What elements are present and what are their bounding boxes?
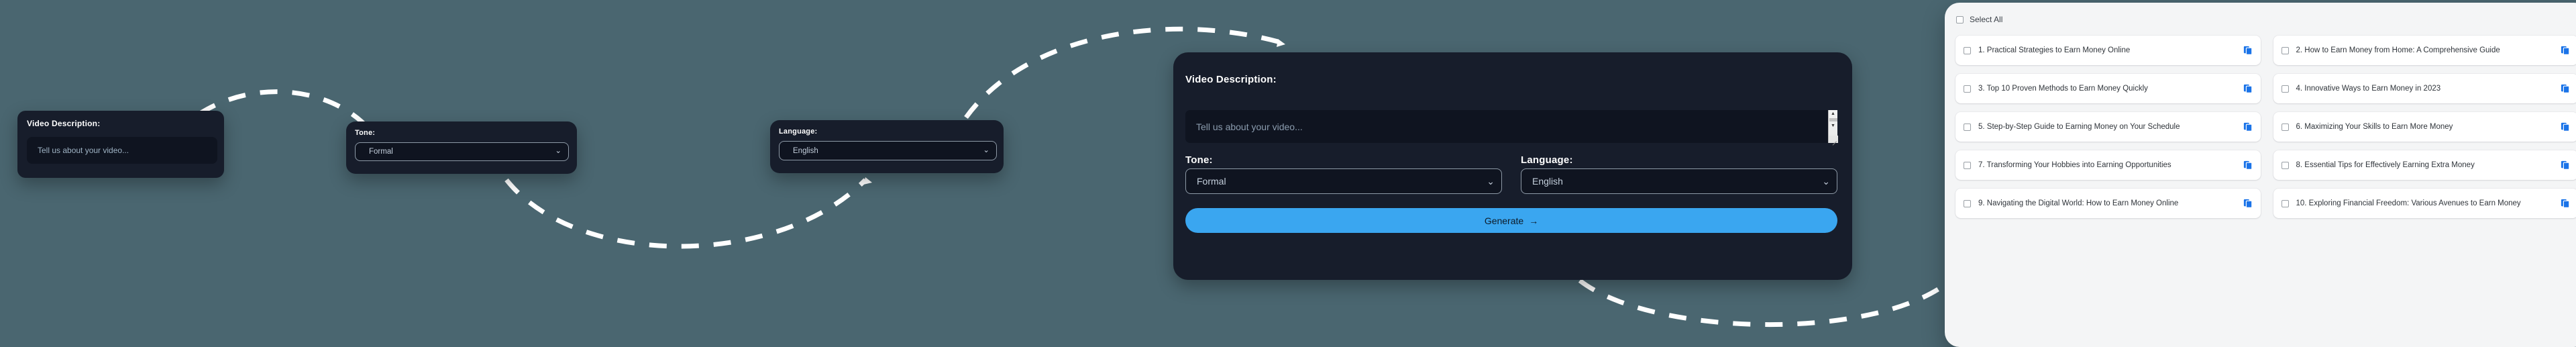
textarea-scrollbar[interactable]: ▲ ▼ (1828, 110, 1838, 143)
arc-step4-to-results (1578, 279, 1951, 328)
video-description-label: Video Description: (27, 119, 101, 128)
result-item-title: 10. Exploring Financial Freedom: Various… (2296, 199, 2521, 207)
result-item-10[interactable]: 10. Exploring Financial Freedom: Various… (2273, 189, 2576, 218)
copy-icon[interactable] (2561, 199, 2570, 208)
main-video-description-textarea[interactable]: Tell us about your video... ▲ ▼ (1185, 110, 1838, 143)
result-item-title: 1. Practical Strategies to Earn Money On… (1978, 46, 2131, 54)
arrow-right-icon: → (1529, 215, 1539, 226)
result-item-title: 3. Top 10 Proven Methods to Earn Money Q… (1978, 84, 2148, 93)
main-tone-label: Tone: (1185, 154, 1213, 166)
result-item-checkbox[interactable] (2281, 85, 2289, 93)
video-description-input[interactable]: Tell us about your video... (27, 137, 217, 164)
copy-icon[interactable] (2243, 46, 2253, 55)
main-form-card: Video Description: Tell us about your vi… (1173, 52, 1852, 280)
result-item-2[interactable]: 2. How to Earn Money from Home: A Compre… (2273, 36, 2576, 65)
main-tone-select-value: Formal (1197, 176, 1226, 187)
copy-icon[interactable] (2561, 160, 2570, 170)
language-select[interactable]: English ⌄ (779, 141, 997, 160)
result-item-title: 4. Innovative Ways to Earn Money in 2023 (2296, 84, 2441, 93)
select-all-label: Select All (1970, 15, 2003, 24)
scroll-up-icon[interactable]: ▲ (1829, 110, 1838, 117)
main-tone-select[interactable]: Formal ⌄ (1185, 168, 1502, 194)
results-panel: Select All 1. Practical Strategies to Ea… (1945, 3, 2576, 347)
arc-step2-to-step3 (504, 178, 867, 249)
result-item-title: 8. Essential Tips for Effectively Earnin… (2296, 160, 2475, 169)
chevron-down-icon: ⌄ (983, 146, 989, 154)
result-item-8[interactable]: 8. Essential Tips for Effectively Earnin… (2273, 150, 2576, 180)
results-panel-inner: Select All 1. Practical Strategies to Ea… (1945, 3, 2576, 347)
result-item-checkbox[interactable] (1964, 85, 1971, 93)
result-item-title: 2. How to Earn Money from Home: A Compre… (2296, 46, 2500, 54)
copy-icon[interactable] (2561, 122, 2570, 132)
result-item-title: 5. Step-by-Step Guide to Earning Money o… (1978, 122, 2180, 131)
copy-icon[interactable] (2561, 84, 2570, 93)
tone-select-value: Formal (369, 148, 393, 156)
tone-select[interactable]: Formal ⌄ (355, 142, 569, 161)
result-item-checkbox[interactable] (1964, 161, 1971, 169)
generate-button-label: Generate (1484, 215, 1524, 226)
select-all-row[interactable]: Select All (1956, 12, 2576, 27)
result-item-9[interactable]: 9. Navigating the Digital World: How to … (1955, 189, 2261, 218)
arrowhead-step4 (1277, 39, 1285, 47)
result-item-checkbox[interactable] (1964, 46, 1971, 54)
result-item-3[interactable]: 3. Top 10 Proven Methods to Earn Money Q… (1955, 74, 2261, 103)
tone-label: Tone: (355, 129, 376, 137)
copy-icon[interactable] (2561, 46, 2570, 55)
result-item-checkbox[interactable] (2281, 161, 2289, 169)
copy-icon[interactable] (2243, 160, 2253, 170)
results-grid: 1. Practical Strategies to Earn Money On… (1955, 36, 2576, 218)
generate-button[interactable]: Generate → (1185, 208, 1837, 233)
copy-icon[interactable] (2243, 84, 2253, 93)
result-item-6[interactable]: 6. Maximizing Your Skills to Earn More M… (2273, 112, 2576, 142)
result-item-7[interactable]: 7. Transforming Your Hobbies into Earnin… (1955, 150, 2261, 180)
select-all-checkbox[interactable] (1956, 15, 1964, 23)
main-language-select-value: English (1532, 176, 1563, 187)
main-textarea-placeholder: Tell us about your video... (1196, 121, 1303, 132)
result-item-checkbox[interactable] (1964, 123, 1971, 131)
result-item-checkbox[interactable] (1964, 199, 1971, 207)
result-item-1[interactable]: 1. Practical Strategies to Earn Money On… (1955, 36, 2261, 65)
main-language-select[interactable]: English ⌄ (1521, 168, 1837, 194)
language-label: Language: (779, 128, 818, 136)
result-item-checkbox[interactable] (2281, 46, 2289, 54)
result-item-checkbox[interactable] (2281, 199, 2289, 207)
scrollbar-thumb[interactable] (1829, 118, 1837, 121)
chevron-down-icon: ⌄ (555, 147, 561, 156)
chevron-down-icon: ⌄ (1487, 176, 1495, 187)
result-item-title: 6. Maximizing Your Skills to Earn More M… (2296, 122, 2453, 131)
copy-icon[interactable] (2243, 199, 2253, 208)
result-item-checkbox[interactable] (2281, 123, 2289, 131)
step-2-card: Tone: Formal ⌄ (346, 121, 577, 174)
result-item-title: 9. Navigating the Digital World: How to … (1978, 199, 2179, 207)
language-select-value: English (793, 146, 818, 155)
result-item-4[interactable]: 4. Innovative Ways to Earn Money in 2023 (2273, 74, 2576, 103)
arrowhead-step3 (863, 177, 872, 185)
textarea-resize-grip[interactable] (1828, 136, 1838, 143)
chevron-down-icon: ⌄ (1822, 176, 1830, 187)
result-item-title: 7. Transforming Your Hobbies into Earnin… (1978, 160, 2171, 169)
step-3-card: Language: English ⌄ (770, 120, 1004, 173)
workflow-stage: Video Description: Tell us about your vi… (0, 0, 2576, 347)
result-item-5[interactable]: 5. Step-by-Step Guide to Earning Money o… (1955, 112, 2261, 142)
copy-icon[interactable] (2243, 122, 2253, 132)
main-video-description-label: Video Description: (1185, 74, 1277, 85)
step-1-card: Video Description: Tell us about your vi… (17, 111, 224, 178)
main-language-label: Language: (1521, 154, 1573, 166)
scroll-down-icon[interactable]: ▼ (1829, 122, 1838, 130)
